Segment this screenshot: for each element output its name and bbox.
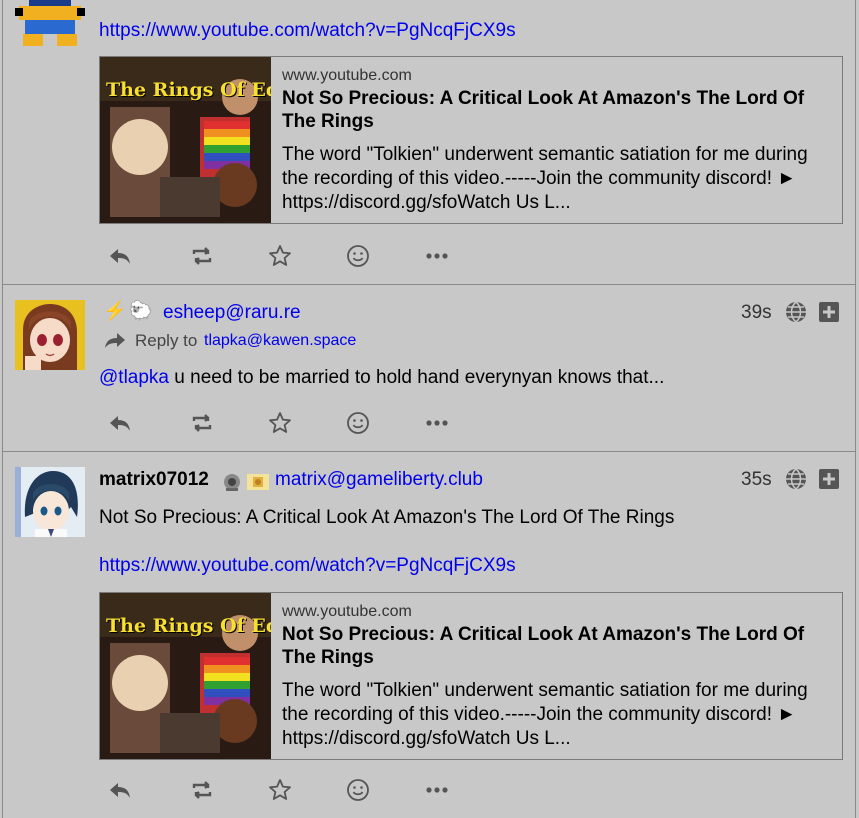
card-title: Not So Precious: A Critical Look At Amaz… [282, 624, 805, 668]
reply-to-link[interactable]: tlapka@kawen.space [204, 332, 356, 350]
flag-badge-icon [247, 474, 269, 490]
status-content: @tlapka u need to be married to hold han… [99, 367, 664, 389]
reply-icon [110, 783, 130, 798]
card-title: Not So Precious: A Critical Look At Amaz… [282, 88, 805, 132]
status-text: u need to be married to hold hand everyn… [169, 367, 665, 388]
timestamp[interactable]: 35s [741, 469, 772, 491]
favourite-button[interactable] [263, 408, 297, 438]
emoji-icon [347, 779, 369, 801]
avatar[interactable] [15, 300, 85, 370]
more-button[interactable] [420, 775, 454, 805]
more-icon [426, 253, 448, 259]
avatar[interactable] [15, 0, 85, 50]
star-icon [269, 779, 291, 800]
status-text: Not So Precious: A Critical Look At Amaz… [99, 507, 675, 528]
bot-badge-icon [224, 474, 240, 491]
repeat-icon [192, 414, 212, 432]
card-thumbnail: The Rings Of Equ [100, 593, 271, 759]
status-link[interactable]: https://www.youtube.com/watch?v=PgNcqFjC… [99, 20, 516, 42]
star-icon [269, 412, 291, 433]
thumbnail-text: The Rings Of Equ [106, 615, 271, 637]
avatar[interactable] [15, 467, 85, 537]
repeat-icon [192, 781, 212, 799]
reply-button[interactable] [103, 408, 137, 438]
card-host: www.youtube.com [282, 67, 412, 84]
card-description: The word "Tolkien" underwent semantic sa… [282, 144, 808, 213]
reply-button[interactable] [103, 775, 137, 805]
more-icon [426, 420, 448, 426]
timestamp[interactable]: 39s [741, 302, 772, 324]
status-1: https://www.youtube.com/watch?v=PgNcqFjC… [3, 0, 855, 285]
emoji-icon [347, 412, 369, 434]
favourite-button[interactable] [263, 241, 297, 271]
author-handle[interactable]: esheep@raru.re [163, 302, 301, 324]
reply-icon [110, 249, 130, 264]
reply-button[interactable] [103, 241, 137, 271]
link-card[interactable]: The Rings Of Equ www.youtube.com Not So … [99, 592, 843, 760]
repeat-icon [192, 247, 212, 265]
favourite-button[interactable] [263, 775, 297, 805]
reply-label: Reply to [135, 331, 198, 350]
repeat-button[interactable] [185, 241, 219, 271]
repeat-button[interactable] [185, 408, 219, 438]
emoji-react-button[interactable] [341, 408, 375, 438]
globe-icon[interactable] [785, 301, 807, 323]
lightning-emoji: ⚡ [103, 301, 127, 322]
status-2: ⚡ 🐑 esheep@raru.re 39s Reply to tlapka@k… [3, 285, 855, 452]
author-handle[interactable]: matrix@gameliberty.club [275, 469, 483, 491]
thumbnail-text: The Rings Of Equ [106, 79, 271, 101]
plus-icon[interactable] [819, 302, 839, 322]
link-card[interactable]: The Rings Of Equ www.youtube.com Not So … [99, 56, 843, 224]
more-button[interactable] [420, 408, 454, 438]
status-3: matrix07012 matrix@gameliberty.club 35s … [3, 452, 855, 818]
reply-icon [110, 416, 130, 431]
repeat-button[interactable] [185, 775, 219, 805]
display-name[interactable]: matrix07012 [99, 469, 209, 491]
timeline: https://www.youtube.com/watch?v=PgNcqFjC… [2, 0, 856, 818]
emoji-react-button[interactable] [341, 775, 375, 805]
more-button[interactable] [420, 241, 454, 271]
card-description: The word "Tolkien" underwent semantic sa… [282, 680, 808, 749]
emoji-react-button[interactable] [341, 241, 375, 271]
card-thumbnail: The Rings Of Equ [100, 57, 271, 223]
plus-icon[interactable] [819, 469, 839, 489]
reply-arrow-icon [105, 333, 125, 348]
sheep-emoji: 🐑 [129, 301, 153, 322]
card-host: www.youtube.com [282, 603, 412, 620]
more-icon [426, 787, 448, 793]
status-link[interactable]: https://www.youtube.com/watch?v=PgNcqFjC… [99, 555, 516, 577]
mention-link[interactable]: @tlapka [99, 367, 169, 388]
emoji-icon [347, 245, 369, 267]
star-icon [269, 245, 291, 266]
globe-icon[interactable] [785, 468, 807, 490]
